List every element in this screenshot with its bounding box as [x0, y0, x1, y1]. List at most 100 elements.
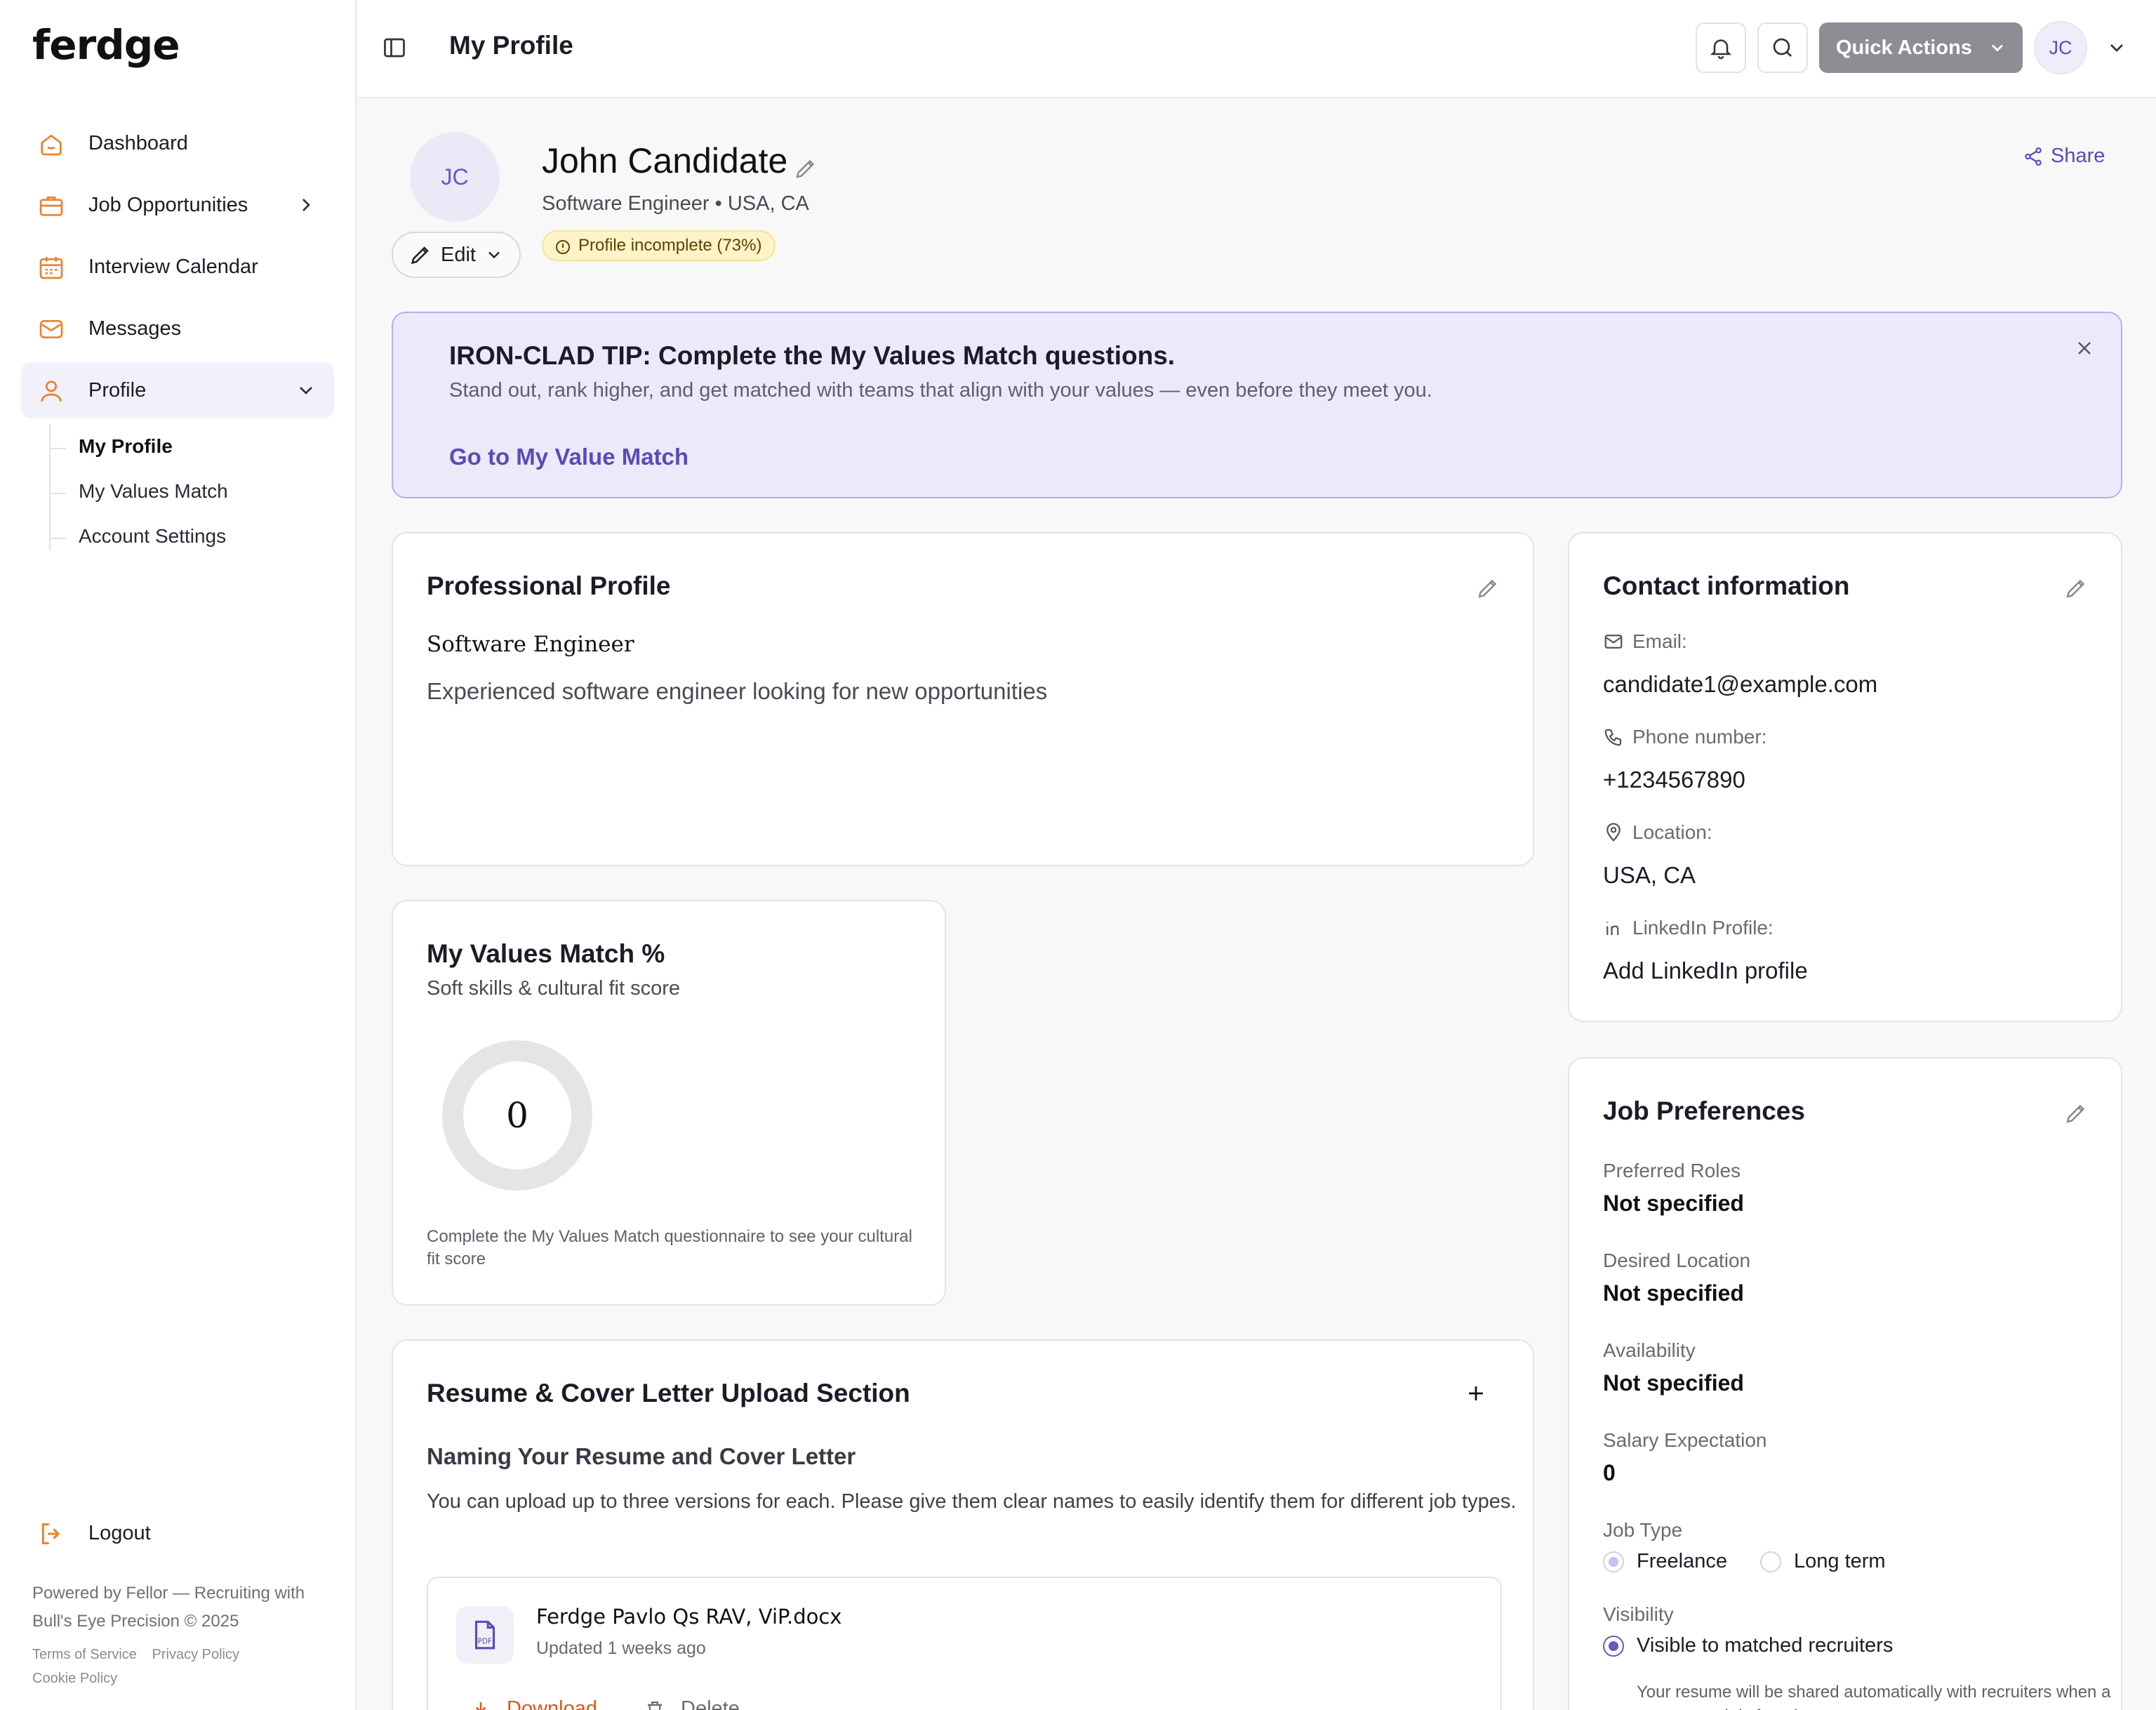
- close-icon[interactable]: [2073, 337, 2096, 359]
- subnav-item-my-profile[interactable]: My Profile: [79, 435, 173, 458]
- phone-label: Phone number:: [1603, 726, 1766, 748]
- values-match-card: My Values Match % Soft skills & cultural…: [392, 900, 946, 1306]
- search-button[interactable]: [1757, 22, 1808, 73]
- values-score: 0: [506, 1095, 528, 1136]
- download-button[interactable]: Download: [470, 1697, 597, 1710]
- email-label: Email:: [1603, 630, 1687, 653]
- sidebar: ferdge Dashboard Job Opportunities Inter…: [0, 0, 357, 1710]
- pencil-icon[interactable]: [2063, 576, 2089, 601]
- share-icon: [2025, 147, 2042, 166]
- tree-connector: [51, 448, 66, 449]
- radio-button[interactable]: [1603, 1635, 1624, 1657]
- terms-link[interactable]: Terms of Service: [32, 1647, 137, 1662]
- delete-button[interactable]: Delete: [644, 1697, 740, 1710]
- sidebar-item-label: Job Opportunities: [88, 193, 248, 216]
- logout-label: Logout: [88, 1521, 151, 1544]
- briefcase-icon: [36, 191, 66, 220]
- resume-heading: Naming Your Resume and Cover Letter: [427, 1443, 856, 1469]
- sidebar-item-profile[interactable]: Profile: [21, 362, 334, 418]
- linkedin-add-link[interactable]: Add LinkedIn profile: [1603, 957, 1808, 984]
- tip-title: IRON-CLAD TIP: Complete the My Values Ma…: [449, 341, 1176, 370]
- file-name: Ferdge Pavlo Qs RAV, ViP.docx: [536, 1605, 842, 1629]
- notifications-button[interactable]: [1696, 22, 1746, 73]
- chevron-down-icon[interactable]: [2105, 37, 2128, 59]
- plus-icon[interactable]: [1464, 1381, 1488, 1405]
- sidebar-toggle-icon[interactable]: [382, 35, 407, 60]
- badge-text: Profile incomplete (73%): [578, 236, 762, 255]
- phone-icon: [1604, 729, 1622, 746]
- chevron-down-icon: [488, 251, 500, 259]
- subnav-item-account-settings[interactable]: Account Settings: [79, 525, 226, 548]
- powered-by-text: Powered by Fellor — Recruiting with Bull…: [32, 1584, 305, 1631]
- user-avatar[interactable]: JC: [2034, 21, 2087, 74]
- job-type-freelance-radio[interactable]: Freelance: [1603, 1550, 1727, 1573]
- chevron-down-icon: [1992, 44, 2003, 52]
- brand-logo[interactable]: ferdge: [32, 21, 180, 69]
- quick-actions-button[interactable]: Quick Actions: [1819, 22, 2023, 73]
- file-updated: Updated 1 weeks ago: [536, 1638, 706, 1658]
- delete-label: Delete: [681, 1697, 740, 1710]
- radio-label: Freelance: [1637, 1550, 1727, 1572]
- pencil-icon[interactable]: [1475, 576, 1500, 601]
- tree-connector: [51, 538, 66, 539]
- trash-icon: [648, 1701, 662, 1710]
- job-type-long-term-radio[interactable]: Long term: [1760, 1550, 1886, 1573]
- profile-name: John Candidate: [542, 141, 788, 180]
- sidebar-item-interview-calendar[interactable]: Interview Calendar: [21, 239, 334, 295]
- sidebar-item-label: Profile: [88, 378, 147, 402]
- profile-subnav: My Profile My Values Match Account Setti…: [49, 424, 330, 550]
- linkedin-icon: [1606, 922, 1619, 935]
- preferred-roles-value: Not specified: [1603, 1191, 1744, 1216]
- share-label: Share: [2051, 145, 2105, 167]
- sidebar-item-label: Messages: [88, 317, 182, 340]
- alert-circle-icon: [556, 240, 570, 254]
- email-value: candidate1@example.com: [1603, 671, 1878, 697]
- mail-icon: [36, 314, 66, 344]
- share-button[interactable]: Share: [2023, 145, 2105, 168]
- values-match-subtitle: Soft skills & cultural fit score: [427, 977, 680, 1000]
- resume-file-item: PDF Ferdge Pavlo Qs RAV, ViP.docx Update…: [427, 1577, 1502, 1710]
- edit-label: Edit: [441, 243, 476, 266]
- chevron-right-icon: [302, 199, 310, 211]
- location-label: Location:: [1603, 821, 1712, 844]
- card-title: Resume & Cover Letter Upload Section: [427, 1379, 910, 1407]
- desired-location-label: Desired Location: [1603, 1250, 1751, 1271]
- sidebar-item-job-opportunities[interactable]: Job Opportunities: [21, 177, 334, 233]
- tip-banner: IRON-CLAD TIP: Complete the My Values Ma…: [392, 312, 2122, 498]
- logout-button[interactable]: Logout: [21, 1505, 334, 1561]
- user-icon: [36, 376, 66, 406]
- home-icon: [36, 129, 66, 159]
- radio-button[interactable]: [1603, 1551, 1624, 1572]
- card-title: Contact information: [1603, 571, 1850, 600]
- edit-name-pencil-icon[interactable]: [793, 156, 818, 181]
- salary-label: Salary Expectation: [1603, 1429, 1767, 1451]
- map-pin-icon: [1606, 823, 1621, 842]
- pdf-file-label: PDF: [478, 1638, 492, 1646]
- download-label: Download: [507, 1697, 597, 1710]
- resume-upload-card: Resume & Cover Letter Upload Section Nam…: [392, 1339, 1534, 1710]
- cookie-link[interactable]: Cookie Policy: [32, 1671, 117, 1686]
- sidebar-item-dashboard[interactable]: Dashboard: [21, 115, 334, 171]
- sidebar-item-messages[interactable]: Messages: [21, 300, 334, 357]
- privacy-link[interactable]: Privacy Policy: [152, 1647, 239, 1662]
- calendar-icon: [36, 253, 66, 282]
- radio-label: Long term: [1794, 1550, 1886, 1572]
- availability-value: Not specified: [1603, 1370, 1744, 1396]
- visibility-radio[interactable]: Visible to matched recruiters: [1603, 1634, 1893, 1657]
- pdf-file-icon: PDF: [456, 1606, 514, 1664]
- phone-value: +1234567890: [1603, 767, 1745, 793]
- tip-link[interactable]: Go to My Value Match: [449, 444, 688, 470]
- radio-button[interactable]: [1760, 1551, 1781, 1572]
- profile-incomplete-badge: Profile incomplete (73%): [542, 230, 776, 261]
- salary-value: 0: [1603, 1460, 1616, 1485]
- card-title: Job Preferences: [1603, 1096, 1805, 1125]
- edit-profile-button[interactable]: Edit: [392, 232, 521, 278]
- resume-description: You can upload up to three versions for …: [427, 1490, 1517, 1513]
- download-icon: [475, 1702, 486, 1710]
- pencil-icon[interactable]: [2063, 1101, 2089, 1126]
- sidebar-item-label: Dashboard: [88, 131, 188, 154]
- desired-location-value: Not specified: [1603, 1280, 1744, 1306]
- subnav-item-my-values-match[interactable]: My Values Match: [79, 480, 228, 503]
- top-bar: My Profile Quick Actions JC: [358, 0, 2156, 98]
- pencil-icon: [411, 246, 429, 265]
